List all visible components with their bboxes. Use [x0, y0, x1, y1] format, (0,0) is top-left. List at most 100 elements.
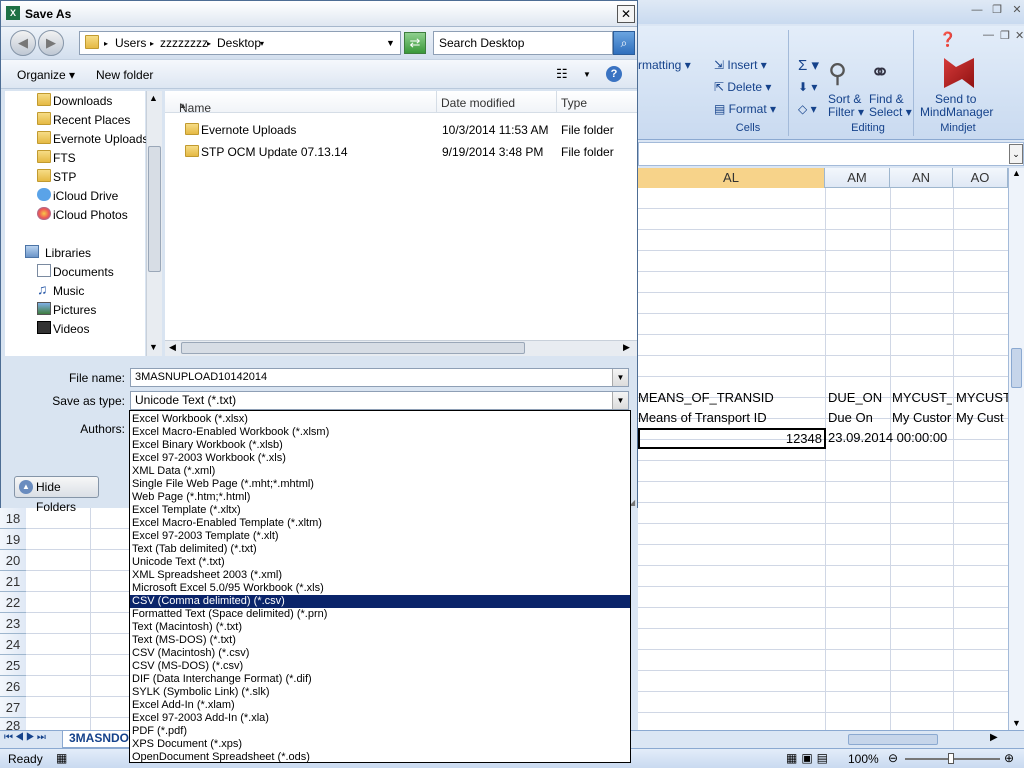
zoom-slider-thumb[interactable]: [948, 753, 954, 764]
format-button[interactable]: ▤ Format ▾: [714, 102, 776, 116]
minimize-icon[interactable]: —: [968, 2, 986, 18]
type-option[interactable]: XML Spreadsheet 2003 (*.xml): [130, 569, 630, 582]
horizontal-scroll-thumb[interactable]: [848, 734, 938, 745]
row-number[interactable]: 25: [0, 655, 26, 676]
chevron-down-icon[interactable]: ▼: [612, 369, 628, 386]
type-option[interactable]: Excel Macro-Enabled Workbook (*.xlsm): [130, 426, 630, 439]
cell-an-desc[interactable]: My Custor: [892, 410, 952, 425]
type-option[interactable]: OpenDocument Spreadsheet (*.ods): [130, 751, 630, 764]
column-header-al[interactable]: AL: [638, 168, 825, 188]
nav-item-icloud-drive[interactable]: iCloud Drive: [5, 186, 145, 205]
file-list-hscrollbar[interactable]: ◀ ▶: [165, 340, 637, 356]
nav-pane-scrollbar[interactable]: ▲ ▼: [146, 91, 162, 356]
row-number[interactable]: 24: [0, 634, 26, 655]
mindmanager-icon[interactable]: [944, 58, 974, 88]
scroll-thumb[interactable]: [1011, 348, 1022, 388]
clear-icon[interactable]: ◇ ▾: [798, 102, 817, 116]
cell-am-date[interactable]: 23.09.2014 00:00:00: [828, 430, 1006, 445]
nav-item-recent-places[interactable]: Recent Places: [5, 110, 145, 129]
type-option[interactable]: CSV (MS-DOS) (*.csv): [130, 660, 630, 673]
type-option[interactable]: DIF (Data Interchange Format) (*.dif): [130, 673, 630, 686]
scroll-right-icon[interactable]: ▶: [623, 342, 630, 353]
formula-bar[interactable]: ⌄: [638, 142, 1024, 166]
type-option[interactable]: Excel Template (*.xltx): [130, 504, 630, 517]
file-name-field[interactable]: 3MASNUPLOAD10142014 ▼: [130, 368, 629, 387]
type-option[interactable]: Excel 97-2003 Template (*.xlt): [130, 530, 630, 543]
breadcrumb-desktop[interactable]: Desktop: [217, 36, 261, 50]
type-option[interactable]: Text (Macintosh) (*.txt): [130, 621, 630, 634]
sheet-nav-icons[interactable]: ⏮◀▶⏭: [4, 732, 48, 743]
type-option[interactable]: Excel 97-2003 Add-In (*.xla): [130, 712, 630, 725]
file-row[interactable]: Evernote Uploads 10/3/2014 11:53 AM File…: [165, 119, 637, 141]
breadcrumb-chevron-icon[interactable]: ▸: [150, 39, 154, 48]
restore-icon[interactable]: ❐: [988, 2, 1006, 18]
type-option[interactable]: Single File Web Page (*.mht;*.mhtml): [130, 478, 630, 491]
type-option[interactable]: Text (Tab delimited) (*.txt): [130, 543, 630, 556]
nav-item-downloads[interactable]: Downloads: [5, 91, 145, 110]
hide-folders-button[interactable]: ▲ Hide Folders: [14, 476, 99, 514]
chevron-down-icon[interactable]: ▼: [612, 392, 628, 409]
view-dropdown-icon[interactable]: ▼: [583, 70, 591, 79]
view-buttons-icon[interactable]: ▦▣▤: [786, 751, 832, 765]
column-type-header[interactable]: Type: [561, 96, 587, 110]
send-to-label[interactable]: Send to: [935, 92, 976, 106]
ribbon-close-icon[interactable]: ✕: [1015, 29, 1024, 42]
forward-arrow-icon[interactable]: ▶: [38, 30, 64, 56]
find-select-label-2[interactable]: Select ▾: [869, 105, 912, 119]
type-option[interactable]: Excel Add-In (*.xlam): [130, 699, 630, 712]
row-number[interactable]: 27: [0, 697, 26, 718]
nav-item-videos[interactable]: Videos: [5, 319, 145, 338]
new-folder-button[interactable]: New folder: [96, 68, 153, 82]
type-option[interactable]: CSV (Macintosh) (*.csv): [130, 647, 630, 660]
scroll-down-icon[interactable]: ▼: [149, 342, 158, 352]
nav-item-music[interactable]: ♫ Music: [5, 281, 145, 300]
save-as-type-list[interactable]: Excel Workbook (*.xlsx) Excel Macro-Enabl…: [129, 410, 631, 763]
ribbon-restore-icon[interactable]: ❐: [1000, 29, 1010, 42]
scroll-up-icon[interactable]: ▲: [149, 93, 158, 103]
nav-item-documents[interactable]: Documents: [5, 262, 145, 281]
vertical-scrollbar[interactable]: ▲ ▼: [1008, 168, 1024, 733]
nav-item-pictures[interactable]: Pictures: [5, 300, 145, 319]
row-number[interactable]: 23: [0, 613, 26, 634]
sort-filter-label-1[interactable]: Sort &: [828, 92, 861, 106]
scroll-left-icon[interactable]: ◀: [169, 342, 176, 353]
zoom-level[interactable]: 100%: [848, 752, 879, 766]
cell-am-header[interactable]: DUE_ON: [828, 390, 888, 405]
delete-button[interactable]: ⇱ Delete ▾: [714, 80, 771, 94]
type-option[interactable]: XML Data (*.xml): [130, 465, 630, 478]
nav-item-fts[interactable]: FTS: [5, 148, 145, 167]
scroll-right-icon[interactable]: ▶: [990, 732, 998, 743]
address-bar[interactable]: ▸ Users ▸ zzzzzzzz ▸ Desktop ▾ ▼: [79, 31, 401, 55]
macro-record-icon[interactable]: ▦: [56, 751, 67, 765]
scroll-up-icon[interactable]: ▲: [1012, 168, 1021, 178]
cell-al-header[interactable]: MEANS_OF_TRANSID: [638, 390, 824, 405]
dialog-titlebar[interactable]: X Save As ✕: [1, 1, 637, 27]
type-option[interactable]: Excel Workbook (*.xlsx): [130, 413, 630, 426]
type-option[interactable]: CSV (Comma delimited) (*.csv): [130, 595, 630, 608]
help-icon[interactable]: ❓: [939, 31, 956, 48]
sort-filter-icon[interactable]: ⚲: [828, 58, 858, 90]
search-input[interactable]: Search Desktop: [433, 31, 613, 55]
fill-icon[interactable]: ⬇ ▾: [798, 80, 817, 94]
expand-formula-icon[interactable]: ⌄: [1009, 144, 1023, 164]
sheet-tab[interactable]: 3MASNDOV: [62, 731, 130, 748]
sheet-grid-left[interactable]: [26, 508, 130, 733]
scroll-thumb[interactable]: [148, 146, 161, 272]
mindmanager-label[interactable]: MindManager: [920, 105, 993, 119]
scroll-thumb[interactable]: [181, 342, 525, 354]
sheet-grid[interactable]: MEANS_OF_TRANSID DUE_ON MYCUST_I MYCUST …: [638, 188, 1008, 733]
close-icon[interactable]: ✕: [617, 5, 635, 23]
zoom-out-icon[interactable]: ⊖: [888, 751, 898, 765]
ribbon-minimize-icon[interactable]: —: [983, 29, 994, 41]
cell-ao-desc[interactable]: My Cust: [956, 410, 1008, 425]
breadcrumb-chevron-icon[interactable]: ▸: [207, 39, 211, 48]
breadcrumb-chevron-icon[interactable]: ▾: [260, 39, 264, 48]
view-options-icon[interactable]: ☷: [556, 66, 568, 82]
save-as-type-select[interactable]: Unicode Text (*.txt) ▼: [130, 391, 629, 410]
nav-item-evernote-uploads[interactable]: Evernote Uploads: [5, 129, 148, 148]
breadcrumb-user[interactable]: zzzzzzzz: [160, 36, 208, 50]
file-row[interactable]: STP OCM Update 07.13.14 9/19/2014 3:48 P…: [165, 141, 637, 163]
cell-am-desc[interactable]: Due On: [828, 410, 888, 425]
type-option[interactable]: Unicode Text (*.txt): [130, 556, 630, 569]
column-header-am[interactable]: AM: [825, 168, 890, 188]
